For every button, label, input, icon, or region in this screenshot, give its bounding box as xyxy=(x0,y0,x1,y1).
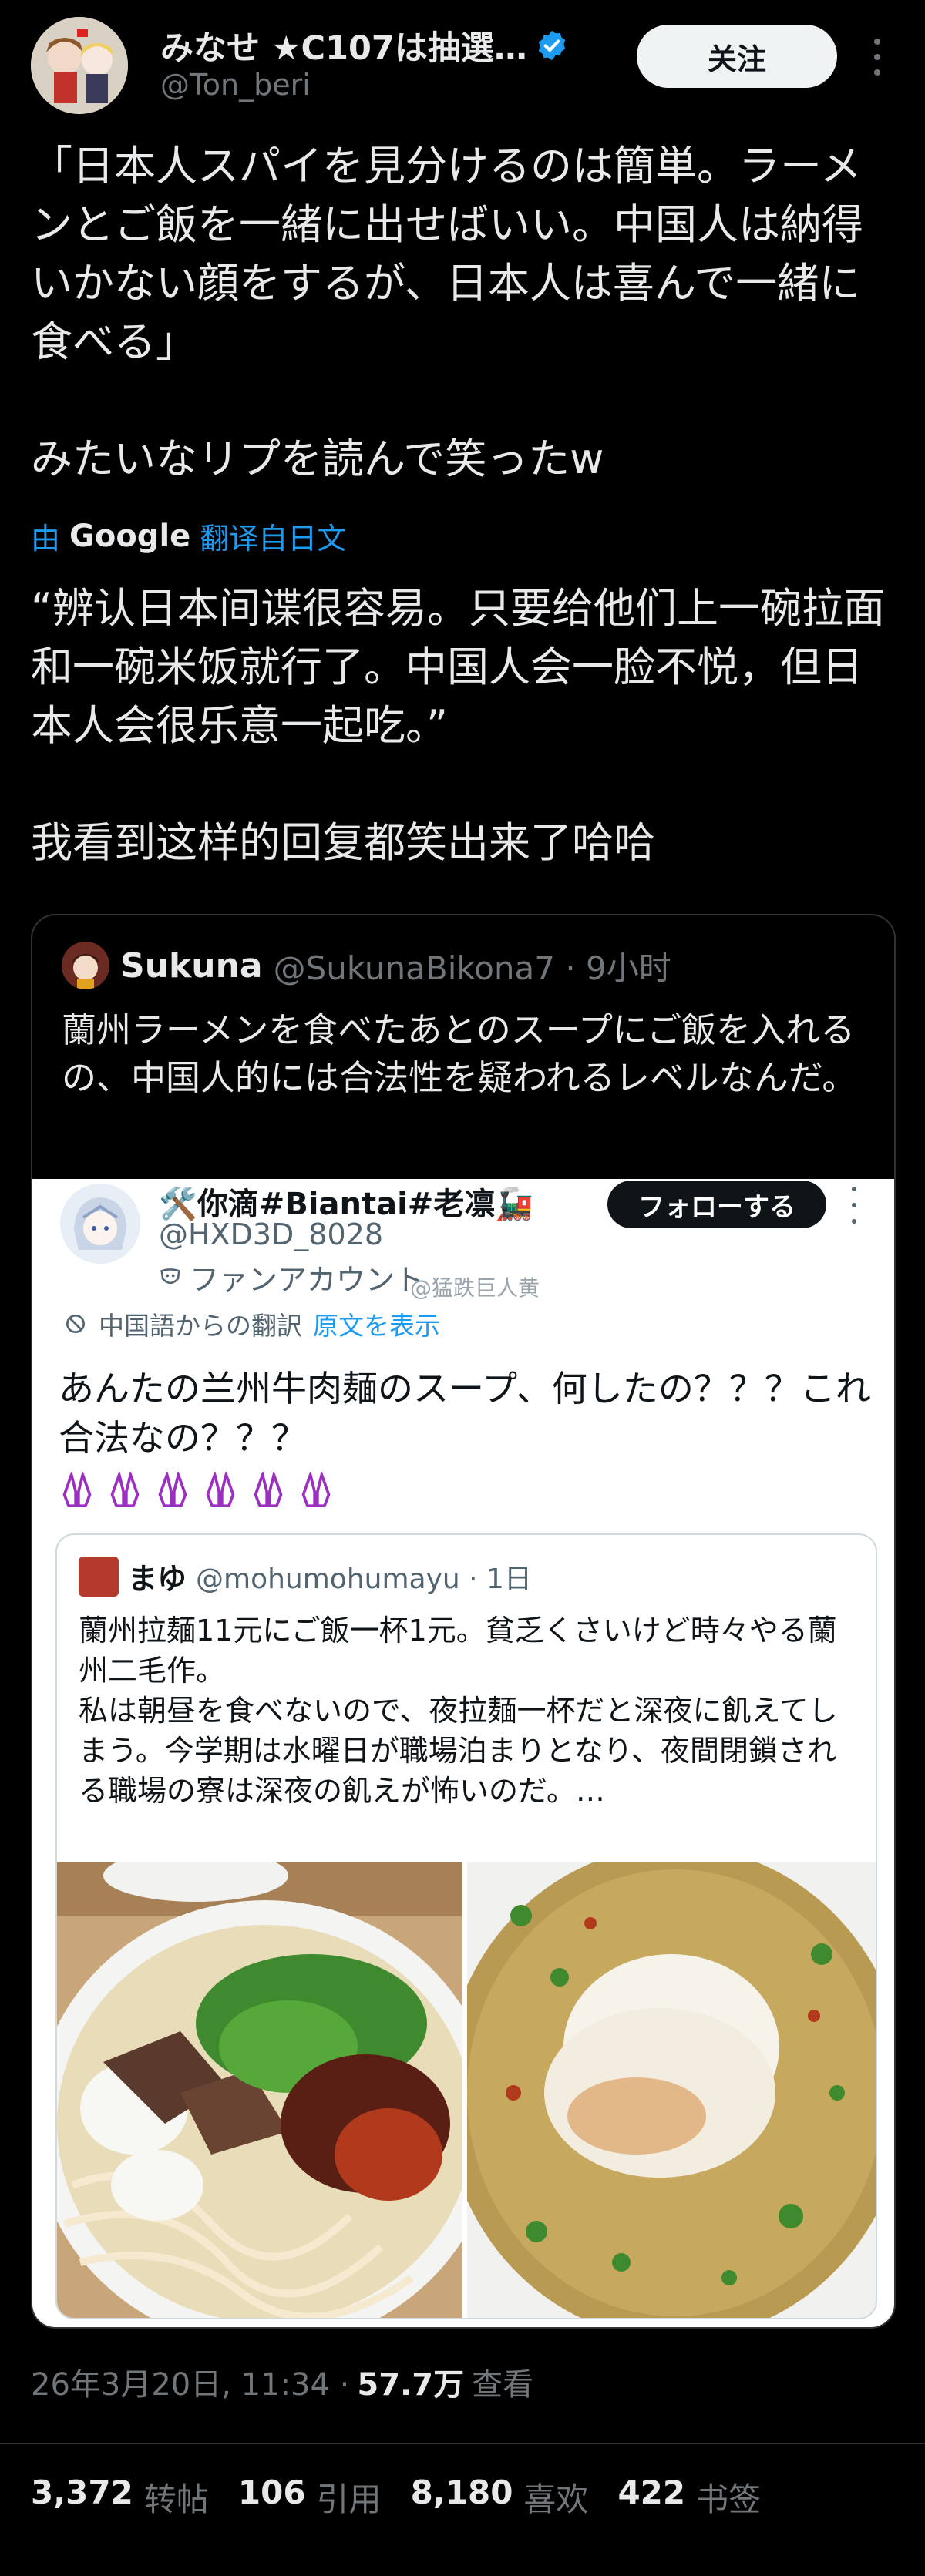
quoted-author-name: Sukuna xyxy=(120,945,263,986)
author-avatar[interactable] xyxy=(31,17,128,114)
follow-button[interactable]: 关注 xyxy=(637,25,837,88)
embedded-translation-row: 中国語からの翻訳 原文を表示 xyxy=(63,1305,440,1342)
stat-reposts[interactable]: 3,372 转帖 xyxy=(31,2474,209,2521)
embedded-more-icon xyxy=(848,1187,860,1224)
embedded-tweet-text: あんたの兰州牛肉麺のスープ、何したの？？？これ合法なの？？？ xyxy=(59,1368,871,1459)
translated-text: “辨认日本间谍很容易。只要给他们上一碗拉面和一碗米饭就行了。中国人会一脸不悦，但… xyxy=(31,584,885,867)
translation-note: 中国語からの翻訳 xyxy=(99,1311,302,1341)
translation-notice[interactable]: 由 Google 翻译自日文 xyxy=(31,515,346,557)
translate-icon xyxy=(66,1315,85,1333)
praying-hands-icon xyxy=(301,1472,331,1507)
image-watermark: @猛跌巨人黄 xyxy=(410,1275,540,1301)
engagement-stats: 3,372 转帖 106 引用 8,180 喜欢 422 书签 xyxy=(31,2474,761,2521)
praying-hands-icon xyxy=(158,1472,187,1507)
stat-quotes[interactable]: 106 引用 xyxy=(238,2474,382,2521)
inner-author-name: まゆ xyxy=(128,1562,187,1596)
stat-likes[interactable]: 8,180 喜欢 xyxy=(411,2474,589,2521)
praying-hands-icon xyxy=(62,1472,92,1507)
embedded-follow-button: フォローする xyxy=(607,1181,826,1228)
inner-header: まゆ @mohumohumayu · 1日 xyxy=(79,1555,532,1597)
praying-hands-icon xyxy=(110,1472,140,1507)
inner-avatar xyxy=(79,1556,119,1597)
quoted-avatar xyxy=(62,942,109,989)
stat-bookmarks[interactable]: 422 书签 xyxy=(617,2474,761,2521)
stat-reposts-count: 3,372 xyxy=(31,2474,133,2511)
inner-tweet-text: 蘭州拉麺11元にご飯一杯1元。貧乏くさいけど時々やる蘭州二毛作。 私は朝昼を食べ… xyxy=(79,1614,838,1808)
view-count: 57.7万 xyxy=(357,2367,465,2403)
quoted-tweet-card[interactable]: Sukuna @SukunaBikona7 · 9小时 蘭州ラーメンを食べたあと… xyxy=(31,914,896,2329)
fan-account-text: ファンアカウント xyxy=(190,1263,425,1297)
embedded-screenshot-image[interactable]: 🛠️你滴#Biantai#老凛🚂 @HXD3D_8028 ファンアカウント フォ… xyxy=(32,1179,894,2327)
stat-bookmarks-count: 422 xyxy=(617,2474,686,2511)
inner-author-handle: @mohumohumayu · 1日 xyxy=(196,1563,532,1595)
translate-suffix: 翻译自日文 xyxy=(200,522,347,556)
embedded-avatar xyxy=(60,1184,140,1264)
ramen-bowl-photo xyxy=(57,1862,462,2318)
fan-account-label: ファンアカウント xyxy=(159,1256,424,1298)
view-label: 查看 xyxy=(472,2367,534,2403)
verified-badge-icon xyxy=(538,30,566,61)
praying-hands-icon xyxy=(254,1472,283,1507)
tweet-text: 「日本人スパイを見分けるのは簡単。ラーメンとご飯を一緒に出せばいい。中国人は納得… xyxy=(31,142,863,483)
quoted-tweet-header: Sukuna @SukunaBikona7 · 9小时 xyxy=(62,942,671,989)
stat-quotes-label: 引用 xyxy=(316,2480,382,2518)
quoted-tweet-text: 蘭州ラーメンを食べたあとのスープにご飯を入れるの、中国人的には合法性を疑われるレ… xyxy=(62,1009,857,1098)
stat-likes-label: 喜欢 xyxy=(523,2480,589,2518)
mask-icon xyxy=(160,1268,180,1284)
emoji-row xyxy=(60,1472,333,1509)
show-original-link: 原文を表示 xyxy=(313,1311,440,1341)
embedded-author-handle: @HXD3D_8028 xyxy=(159,1217,384,1251)
author-name-row: みなせ ★C107は抽選… xyxy=(160,22,569,69)
tweet-meta: 26年3月20日, 11:34 · 57.7万 查看 xyxy=(31,2359,533,2404)
divider xyxy=(0,2443,925,2444)
translate-prefix: 由 xyxy=(31,522,61,556)
praying-hands-icon xyxy=(206,1472,235,1507)
author-handle[interactable]: @Ton_beri xyxy=(160,68,311,102)
stat-likes-count: 8,180 xyxy=(410,2474,513,2511)
inner-quoted-card: まゆ @mohumohumayu · 1日 蘭州拉麺11元にご飯一杯1元。貧乏く… xyxy=(56,1533,877,2319)
more-options-icon[interactable] xyxy=(862,34,893,80)
google-logo: Google xyxy=(69,518,191,554)
tweet-datetime[interactable]: 26年3月20日, 11:34 · xyxy=(31,2359,349,2404)
author-name[interactable]: みなせ ★C107は抽選… xyxy=(160,22,527,69)
stat-reposts-label: 转帖 xyxy=(143,2480,209,2518)
stat-quotes-count: 106 xyxy=(237,2474,306,2511)
quoted-author-handle: @SukunaBikona7 · 9小时 xyxy=(273,949,671,987)
stat-bookmarks-label: 书签 xyxy=(696,2480,762,2518)
rice-in-soup-photo xyxy=(467,1862,876,2318)
